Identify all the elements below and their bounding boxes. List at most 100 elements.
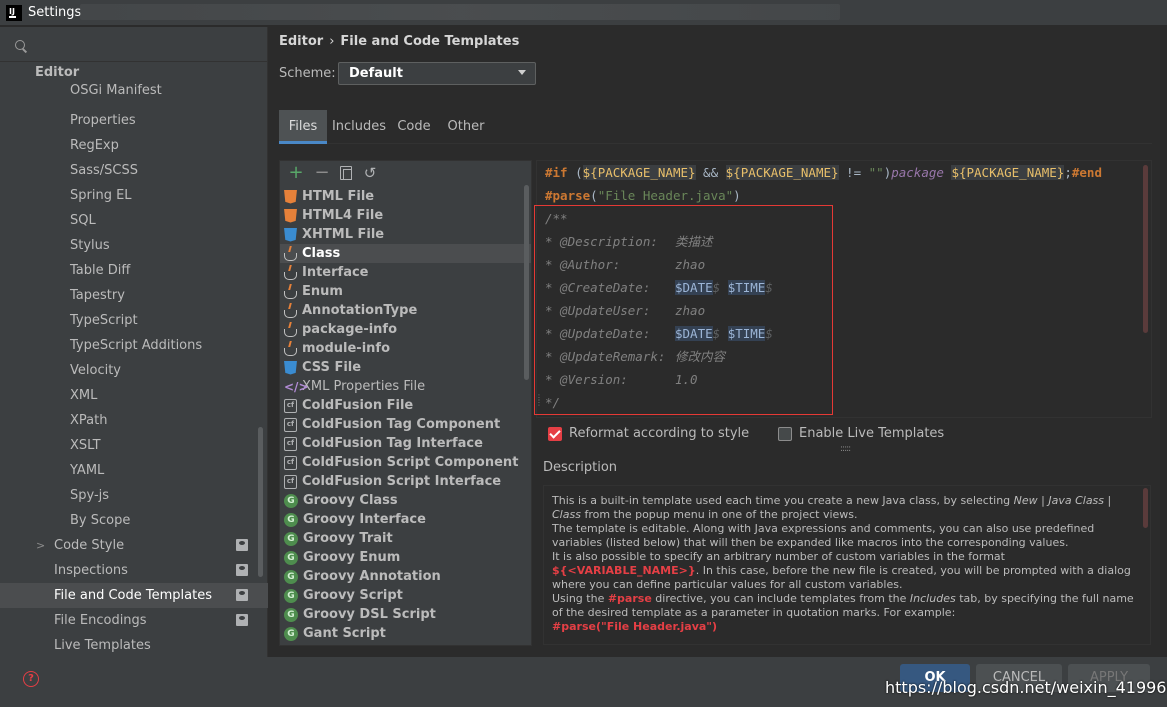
scheme-label: Scheme: xyxy=(279,66,336,81)
sidebar-item-tapestry[interactable]: Tapestry xyxy=(0,283,268,308)
sidebar-item-typescript-additions[interactable]: TypeScript Additions xyxy=(0,333,268,358)
copy-icon[interactable] xyxy=(340,166,352,180)
list-item[interactable]: CSS File xyxy=(280,358,531,377)
description-scrollbar[interactable] xyxy=(1143,488,1148,528)
java-class-icon xyxy=(284,271,297,280)
list-item-label: Groovy Trait xyxy=(303,531,393,546)
list-item[interactable]: cf ColdFusion Tag Component xyxy=(280,415,531,434)
add-icon[interactable]: + xyxy=(288,164,304,182)
list-item-label: ColdFusion Script Interface xyxy=(302,474,502,489)
list-item[interactable]: G Groovy Enum xyxy=(280,548,531,567)
java-class-icon xyxy=(284,328,297,337)
live-templates-checkbox[interactable]: Enable Live Templates xyxy=(778,426,944,441)
list-item-label: AnnotationType xyxy=(302,303,418,318)
chevron-right-icon[interactable]: > xyxy=(36,533,45,558)
sidebar-scrollbar[interactable] xyxy=(258,427,263,577)
list-item-label: ColdFusion File xyxy=(302,398,414,413)
tab-other[interactable]: Other xyxy=(441,110,491,144)
tab-code[interactable]: Code xyxy=(391,110,437,144)
sidebar-item-sql[interactable]: SQL xyxy=(0,208,268,233)
list-item[interactable]: HTML File xyxy=(280,187,531,206)
sidebar-item-yaml[interactable]: YAML xyxy=(0,458,268,483)
list-item[interactable]: G Gant Script xyxy=(280,624,531,643)
sidebar-item-regexp[interactable]: RegExp xyxy=(0,133,268,158)
coldfusion-icon: cf xyxy=(284,436,297,451)
templates-list-panel: + − ↺ HTML File HTML4 File XHTML File Cl… xyxy=(279,160,532,646)
sidebar-item-velocity[interactable]: Velocity xyxy=(0,358,268,383)
breadcrumb-parent[interactable]: Editor xyxy=(279,34,323,49)
breadcrumb-current: File and Code Templates xyxy=(340,34,520,49)
sidebar-item-spring-el[interactable]: Spring EL xyxy=(0,183,268,208)
reset-icon[interactable]: ↺ xyxy=(362,165,378,181)
list-item[interactable]: Interface xyxy=(280,263,531,282)
sidebar-item-label: File and Code Templates xyxy=(54,588,212,603)
list-item[interactable]: cf ColdFusion File xyxy=(280,396,531,415)
templates-list-scrollbar[interactable] xyxy=(524,185,529,380)
checkbox-unchecked-icon[interactable] xyxy=(778,426,792,441)
help-icon[interactable]: ? xyxy=(23,671,39,687)
code-line: #parse("File Header.java") xyxy=(545,188,741,203)
list-item[interactable]: HTML4 File xyxy=(280,206,531,225)
list-item-label: ColdFusion Tag Interface xyxy=(302,436,483,451)
list-item[interactable]: module-info xyxy=(280,339,531,358)
remove-icon[interactable]: − xyxy=(314,164,330,182)
sidebar-item-osgi-manifest[interactable]: OSGi Manifest xyxy=(0,83,268,108)
sidebar-item-code-style[interactable]: > Code Style xyxy=(0,533,268,558)
settings-search-input[interactable] xyxy=(8,35,260,57)
list-item[interactable]: cf ColdFusion Script Component xyxy=(280,453,531,472)
sidebar-item-xml[interactable]: XML xyxy=(0,383,268,408)
editor-scrollbar[interactable] xyxy=(1143,165,1148,333)
list-item[interactable]: G Groovy Interface xyxy=(280,510,531,529)
sidebar-item-xpath[interactable]: XPath xyxy=(0,408,268,433)
window-title: Settings xyxy=(28,5,82,20)
list-item-label: Interface xyxy=(302,265,369,280)
list-item[interactable]: G Groovy Script xyxy=(280,586,531,605)
splitter-handle-icon[interactable]: ::::: xyxy=(840,444,851,454)
list-item[interactable]: AnnotationType xyxy=(280,301,531,320)
sidebar-item-xslt[interactable]: XSLT xyxy=(0,433,268,458)
project-settings-icon xyxy=(236,614,248,626)
sidebar-item-table-diff[interactable]: Table Diff xyxy=(0,258,268,283)
sidebar-item-typescript[interactable]: TypeScript xyxy=(0,308,268,333)
checkbox-checked-icon[interactable] xyxy=(548,426,562,441)
list-item[interactable]: G Groovy Annotation xyxy=(280,567,531,586)
sidebar-item-file-encodings[interactable]: File Encodings xyxy=(0,608,268,633)
sidebar-item-live-templates[interactable]: Live Templates xyxy=(0,633,268,657)
coldfusion-icon: cf xyxy=(284,398,297,413)
tab-files[interactable]: Files xyxy=(279,110,327,144)
breadcrumb-separator: › xyxy=(329,34,335,49)
templates-toolbar: + − ↺ xyxy=(280,161,531,185)
list-item[interactable]: </> XML Properties File xyxy=(280,377,531,396)
list-item[interactable]: cf ColdFusion Script Interface xyxy=(280,472,531,491)
list-item-label: XHTML File xyxy=(302,227,385,242)
tab-includes[interactable]: Includes xyxy=(329,110,389,144)
drag-handle-icon[interactable]: ⋮ ⋮ xyxy=(535,394,543,411)
list-item-label: module-info xyxy=(302,341,391,356)
list-item[interactable]: G Groovy Trait xyxy=(280,529,531,548)
sidebar-item-by-scope[interactable]: By Scope xyxy=(0,508,268,533)
scheme-dropdown[interactable]: Default xyxy=(338,62,536,85)
list-item-selected[interactable]: Class xyxy=(280,244,531,263)
list-item[interactable]: G Groovy Class xyxy=(280,491,531,510)
sidebar-item-file-and-code-templates[interactable]: File and Code Templates xyxy=(0,583,268,608)
list-item[interactable]: cf ColdFusion Tag Interface xyxy=(280,434,531,453)
reformat-checkbox[interactable]: Reformat according to style xyxy=(548,426,749,441)
tree-heading-editor[interactable]: Editor xyxy=(0,63,268,83)
breadcrumb: Editor › File and Code Templates xyxy=(279,34,519,49)
sidebar-item-inspections[interactable]: Inspections xyxy=(0,558,268,583)
sidebar-item-properties[interactable]: Properties xyxy=(0,108,268,133)
xhtml-file-icon xyxy=(284,227,297,242)
list-item[interactable]: XHTML File xyxy=(280,225,531,244)
coldfusion-icon: cf xyxy=(284,474,297,489)
sidebar-item-label: Live Templates xyxy=(54,638,151,653)
project-settings-icon xyxy=(236,589,248,601)
list-item[interactable]: G Groovy DSL Script xyxy=(280,605,531,624)
list-item[interactable]: Enum xyxy=(280,282,531,301)
sidebar-item-sass-scss[interactable]: Sass/SCSS xyxy=(0,158,268,183)
scheme-value: Default xyxy=(349,66,403,81)
sidebar-item-stylus[interactable]: Stylus xyxy=(0,233,268,258)
list-item[interactable]: package-info xyxy=(280,320,531,339)
sidebar-item-spy-js[interactable]: Spy-js xyxy=(0,483,268,508)
list-item-label: Groovy Enum xyxy=(303,550,401,565)
coldfusion-icon: cf xyxy=(284,455,297,470)
